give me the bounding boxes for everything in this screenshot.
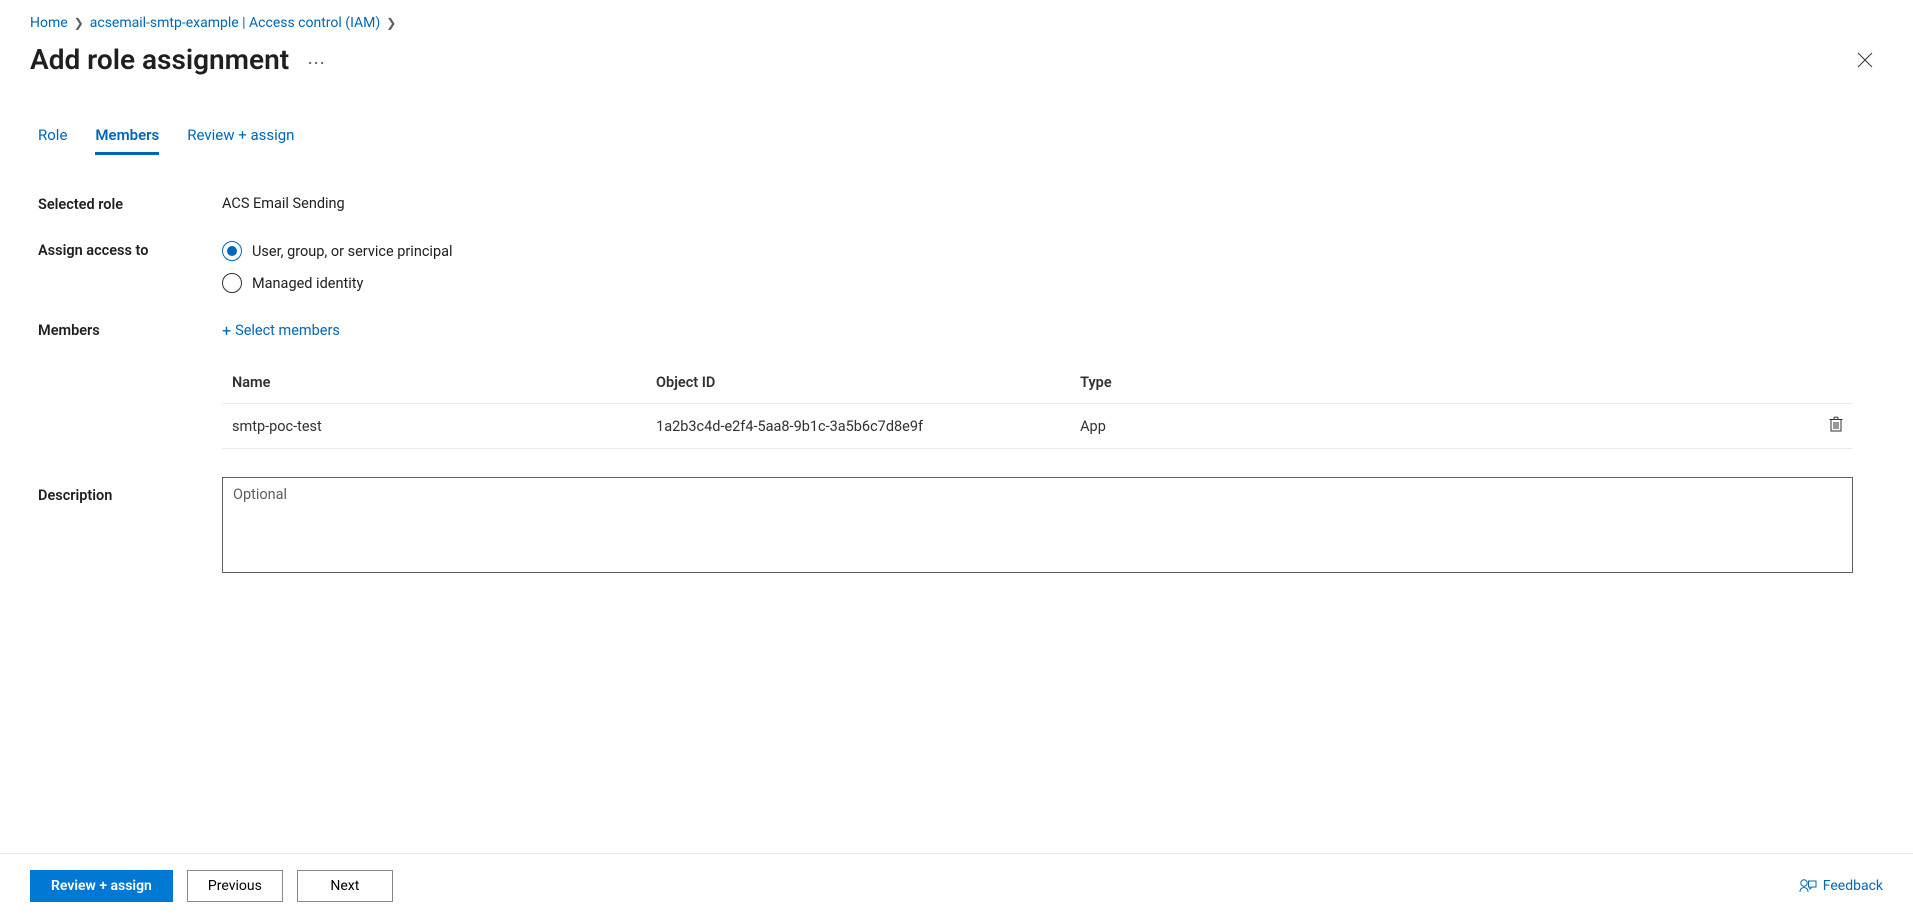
radio-selected-icon <box>222 241 242 261</box>
description-label: Description <box>38 477 222 504</box>
breadcrumb: Home ❯ acsemail-smtp-example | Access co… <box>30 15 1883 31</box>
radio-user-label: User, group, or service principal <box>252 243 453 260</box>
breadcrumb-home[interactable]: Home <box>30 15 68 31</box>
radio-managed-label: Managed identity <box>252 275 363 292</box>
cell-object-id: 1a2b3c4d-e2f4-5aa8-9b1c-3a5b6c7d8e9f <box>646 404 1070 449</box>
page-title: Add role assignment <box>30 43 289 76</box>
radio-user-group-principal[interactable]: User, group, or service principal <box>222 241 453 261</box>
selected-role-label: Selected role <box>38 195 222 213</box>
table-row: smtp-poc-test 1a2b3c4d-e2f4-5aa8-9b1c-3a… <box>222 404 1853 449</box>
select-members-link[interactable]: + Select members <box>222 321 340 340</box>
feedback-icon <box>1799 878 1817 894</box>
table-header-name: Name <box>222 362 646 404</box>
members-label: Members <box>38 321 222 339</box>
tabs: Role Members Review + assign <box>38 126 1883 155</box>
trash-icon[interactable] <box>1829 416 1843 432</box>
plus-icon: + <box>222 321 231 340</box>
assign-access-label: Assign access to <box>38 241 222 259</box>
previous-button[interactable]: Previous <box>187 870 283 902</box>
footer-bar: Review + assign Previous Next Feedback <box>0 853 1913 912</box>
cell-name: smtp-poc-test <box>222 404 646 449</box>
review-assign-button[interactable]: Review + assign <box>30 870 173 902</box>
chevron-right-icon: ❯ <box>74 16 84 30</box>
table-header-type: Type <box>1070 362 1494 404</box>
breadcrumb-resource[interactable]: acsemail-smtp-example | Access control (… <box>90 15 380 31</box>
tab-review[interactable]: Review + assign <box>187 126 294 155</box>
description-input[interactable] <box>222 477 1853 573</box>
members-table: Name Object ID Type smtp-poc-test 1a2b3c… <box>222 362 1853 449</box>
tab-members[interactable]: Members <box>95 126 159 155</box>
select-members-text: Select members <box>235 322 340 339</box>
next-button[interactable]: Next <box>297 870 393 902</box>
cell-type: App <box>1070 404 1494 449</box>
selected-role-value: ACS Email Sending <box>222 195 1883 212</box>
radio-managed-identity[interactable]: Managed identity <box>222 273 453 293</box>
chevron-right-icon: ❯ <box>386 16 396 30</box>
close-icon[interactable] <box>1857 52 1883 68</box>
more-actions-icon[interactable]: ⋯ <box>307 45 326 74</box>
feedback-text: Feedback <box>1823 878 1883 894</box>
table-header-object-id: Object ID <box>646 362 1070 404</box>
radio-unselected-icon <box>222 273 242 293</box>
feedback-link[interactable]: Feedback <box>1799 878 1883 894</box>
tab-role[interactable]: Role <box>38 126 67 155</box>
